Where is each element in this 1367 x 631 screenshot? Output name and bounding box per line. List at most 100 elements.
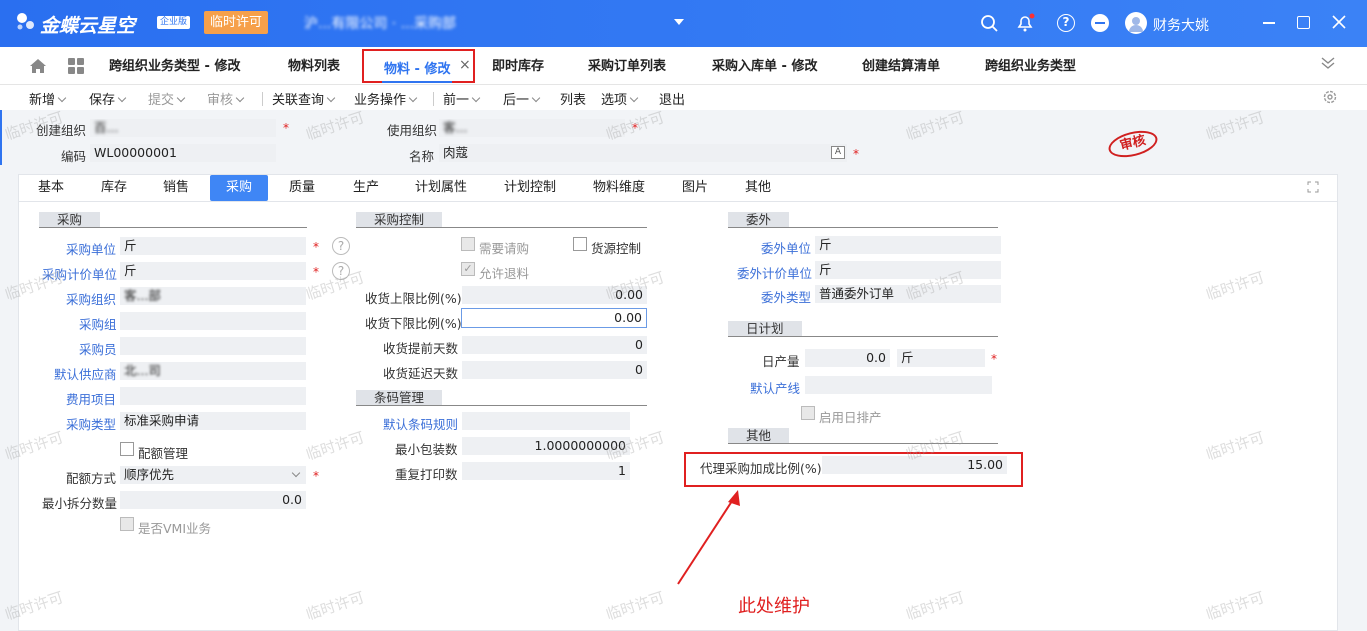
vmi-business-checkbox[interactable] [120, 517, 134, 531]
purchase-group-field[interactable] [120, 312, 306, 330]
form-tab-sales[interactable]: 销售 [147, 175, 205, 201]
help-icon[interactable]: ? [1057, 14, 1075, 32]
org-switcher[interactable]: 沪...有限公司 · ...采购部 [304, 13, 684, 33]
tab-instant-inventory[interactable]: 即时库存 [492, 47, 544, 85]
purchase-unit-field[interactable]: 斤 [120, 237, 306, 255]
expense-item-field[interactable] [120, 387, 306, 405]
create-org-field[interactable]: 百... [90, 119, 276, 137]
bell-icon[interactable] [1015, 13, 1035, 33]
license-badge[interactable]: 临时许可 [204, 11, 269, 34]
search-icon[interactable] [980, 14, 998, 32]
min-pack-qty-field[interactable]: 1.0000000000 [462, 437, 630, 455]
default-barcode-rule-field[interactable] [462, 412, 630, 430]
related-query-button[interactable]: 关联查询 [272, 89, 336, 108]
next-button[interactable]: 后一 [503, 89, 541, 108]
add-button[interactable]: 新增 [29, 89, 67, 108]
allow-return-checkbox[interactable]: ✓ [461, 262, 475, 276]
audit-button[interactable]: 审核 [207, 89, 245, 108]
tab-close-icon[interactable]: × [459, 57, 471, 73]
help-question-icon[interactable]: ? [332, 262, 350, 280]
buyer-field[interactable] [120, 337, 306, 355]
default-supplier-label[interactable]: 默认供应商 [54, 364, 117, 383]
home-icon[interactable] [29, 58, 47, 74]
outsource-type-label[interactable]: 委外类型 [761, 287, 811, 306]
form-tab-plan-attributes[interactable]: 计划属性 [401, 175, 481, 201]
agent-purchase-markup-field[interactable]: 15.00 [822, 456, 1007, 474]
daily-output-field[interactable]: 0.0 [805, 349, 890, 367]
code-field[interactable]: WL00000001 [90, 144, 276, 162]
use-org-field[interactable]: 客... [439, 119, 625, 137]
outsource-unit-label[interactable]: 委外单位 [761, 238, 811, 257]
business-operation-button[interactable]: 业务操作 [354, 89, 418, 108]
purchase-price-unit-label[interactable]: 采购计价单位 [42, 264, 117, 283]
purchase-org-label[interactable]: 采购组织 [66, 289, 116, 308]
purchase-group-label[interactable]: 采购组 [79, 314, 117, 333]
default-line-field[interactable] [805, 376, 992, 394]
reprint-count-field[interactable]: 1 [462, 462, 630, 480]
tab-bar: 跨组织业务类型 - 修改 物料列表 物料 - 修改 × 即时库存 采购订单列表 … [0, 47, 1367, 85]
tab-purchase-receipt-edit[interactable]: 采购入库单 - 修改 [712, 47, 817, 85]
outsource-unit-field[interactable]: 斤 [815, 236, 1001, 254]
form-tab-production[interactable]: 生产 [337, 175, 395, 201]
expense-item-label[interactable]: 费用项目 [66, 389, 116, 408]
need-requisition-checkbox[interactable] [461, 237, 475, 251]
source-control-checkbox[interactable] [573, 237, 587, 251]
tab-create-settlement[interactable]: 创建结算清单 [862, 47, 940, 85]
minimize-icon[interactable] [1263, 22, 1275, 24]
avatar[interactable] [1125, 12, 1147, 34]
receipt-advance-days-field[interactable]: 0 [462, 336, 647, 354]
help-question-icon[interactable]: ? [332, 237, 350, 255]
tab-po-list[interactable]: 采购订单列表 [588, 47, 666, 85]
settings-gear-icon[interactable] [1322, 89, 1338, 105]
form-tab-images[interactable]: 图片 [669, 175, 721, 201]
tab-material-edit[interactable]: 物料 - 修改 × [362, 49, 475, 83]
default-barcode-rule-label[interactable]: 默认条码规则 [383, 414, 458, 433]
outsource-price-unit-field[interactable]: 斤 [815, 261, 1001, 279]
tab-cross-org-type-edit[interactable]: 跨组织业务类型 - 修改 [109, 47, 240, 85]
name-field[interactable]: 肉蔻 A [439, 144, 847, 162]
default-supplier-field[interactable]: 北...司 [120, 362, 306, 380]
maximize-icon[interactable] [1297, 16, 1310, 29]
expand-icon[interactable] [1307, 181, 1319, 193]
form-tab-material-dimension[interactable]: 物料维度 [579, 175, 659, 201]
form-tab-inventory[interactable]: 库存 [85, 175, 143, 201]
purchase-type-label[interactable]: 采购类型 [66, 414, 116, 433]
submit-button[interactable]: 提交 [148, 89, 186, 108]
list-button[interactable]: 列表 [560, 89, 586, 108]
more-icon[interactable] [1091, 14, 1109, 32]
tab-overflow-icon[interactable] [1321, 56, 1335, 70]
form-tab-other[interactable]: 其他 [731, 175, 785, 201]
enable-daily-schedule-checkbox[interactable] [801, 406, 815, 420]
multilang-icon[interactable]: A [831, 146, 845, 159]
options-button[interactable]: 选项 [601, 89, 639, 108]
outsource-type-field[interactable]: 普通委外订单 [815, 285, 1001, 303]
purchase-unit-label[interactable]: 采购单位 [66, 239, 116, 258]
receipt-upper-ratio-label: 收货上限比例(%) [365, 291, 462, 306]
apps-grid-icon[interactable] [68, 58, 84, 74]
buyer-label[interactable]: 采购员 [79, 339, 117, 358]
tab-material-list[interactable]: 物料列表 [288, 47, 340, 85]
quota-management-checkbox[interactable] [120, 442, 134, 456]
outsource-price-unit-label[interactable]: 委外计价单位 [737, 263, 812, 282]
min-split-qty-field[interactable]: 0.0 [120, 491, 306, 509]
form-tab-plan-control[interactable]: 计划控制 [490, 175, 570, 201]
default-line-label[interactable]: 默认产线 [750, 378, 800, 397]
form-tab-purchase[interactable]: 采购 [210, 175, 268, 201]
quota-mode-select[interactable]: 顺序优先 [120, 466, 306, 484]
purchase-price-unit-field[interactable]: 斤 [120, 262, 306, 280]
receipt-lower-ratio-field[interactable]: 0.00 [461, 308, 647, 328]
purchase-type-field[interactable]: 标准采购申请 [120, 412, 306, 430]
exit-button[interactable]: 退出 [659, 89, 685, 108]
close-icon[interactable] [1331, 14, 1347, 30]
receipt-delay-days-field[interactable]: 0 [462, 361, 647, 379]
receipt-advance-days-label: 收货提前天数 [383, 341, 459, 356]
receipt-upper-ratio-field[interactable]: 0.00 [462, 286, 647, 304]
previous-button[interactable]: 前一 [443, 89, 481, 108]
purchase-org-field[interactable]: 客...部 [120, 287, 306, 305]
form-tab-quality[interactable]: 质量 [273, 175, 331, 201]
daily-output-unit-field[interactable]: 斤 [897, 349, 985, 367]
save-button[interactable]: 保存 [89, 89, 127, 108]
user-name[interactable]: 财务大姚 [1153, 15, 1209, 35]
tab-cross-org-type[interactable]: 跨组织业务类型 [985, 47, 1076, 85]
form-tab-basic[interactable]: 基本 [24, 175, 78, 201]
